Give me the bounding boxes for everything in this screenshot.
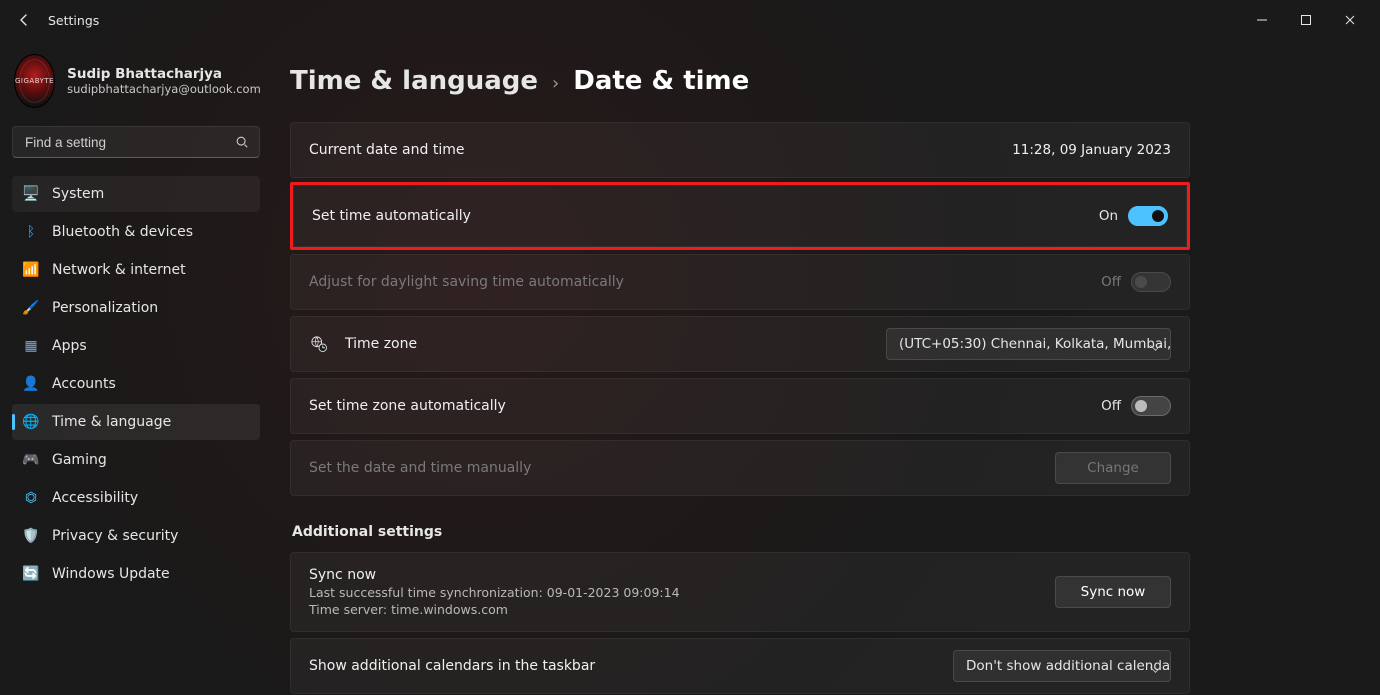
sidebar-item-label: Time & language	[52, 414, 171, 430]
bluetooth-icon: ᛒ	[22, 223, 40, 241]
change-button: Change	[1055, 452, 1171, 484]
row-label: Current date and time	[309, 142, 464, 158]
row-label: Set the date and time manually	[309, 460, 531, 476]
sync-now-button[interactable]: Sync now	[1055, 576, 1171, 608]
row-timezone: Time zone (UTC+05:30) Chennai, Kolkata, …	[290, 316, 1190, 372]
sidebar-item-label: Bluetooth & devices	[52, 224, 193, 240]
wifi-icon: 📶	[22, 261, 40, 279]
shield-icon: 🛡️	[22, 527, 40, 545]
sidebar-item-time-language[interactable]: 🌐 Time & language	[12, 404, 260, 440]
apps-icon: ▦	[22, 337, 40, 355]
sidebar-item-label: Accounts	[52, 376, 116, 392]
sidebar-item-accessibility[interactable]: ⏣ Accessibility	[12, 480, 260, 516]
globe-clock-icon	[309, 334, 329, 354]
sidebar-item-label: Apps	[52, 338, 87, 354]
paintbrush-icon: 🖌️	[22, 299, 40, 317]
titlebar: Settings	[0, 0, 1380, 40]
minimize-button[interactable]	[1240, 4, 1284, 36]
switch-icon	[1128, 206, 1168, 226]
search-icon	[234, 134, 250, 150]
row-label: Set time automatically	[312, 208, 471, 224]
search-input[interactable]	[12, 126, 260, 158]
current-datetime-value: 11:28, 09 January 2023	[1012, 142, 1171, 158]
sidebar: GIGABYTE Sudip Bhattacharjya sudipbhatta…	[0, 40, 270, 695]
close-button[interactable]	[1328, 4, 1372, 36]
sidebar-item-label: Privacy & security	[52, 528, 178, 544]
row-label: Set time zone automatically	[309, 398, 506, 414]
section-title-additional: Additional settings	[292, 524, 1190, 540]
switch-icon	[1131, 272, 1171, 292]
row-sync-now: Sync now Last successful time synchroniz…	[290, 552, 1190, 632]
avatar: GIGABYTE	[14, 54, 55, 108]
sidebar-item-gaming[interactable]: 🎮 Gaming	[12, 442, 260, 478]
toggle-timezone-auto[interactable]: Off	[1101, 396, 1171, 416]
accessibility-icon: ⏣	[22, 489, 40, 507]
page-title: Date & time	[573, 66, 749, 96]
close-icon	[1344, 14, 1356, 26]
row-label: Show additional calendars in the taskbar	[309, 658, 595, 674]
user-name: Sudip Bhattacharjya	[67, 66, 261, 82]
toggle-set-time-automatically[interactable]: On	[1099, 206, 1168, 226]
row-dst-auto: Adjust for daylight saving time automati…	[290, 254, 1190, 310]
sidebar-item-accounts[interactable]: 👤 Accounts	[12, 366, 260, 402]
sidebar-item-label: Windows Update	[52, 566, 170, 582]
sync-info: Sync now Last successful time synchroniz…	[309, 567, 680, 617]
breadcrumb-parent[interactable]: Time & language	[290, 66, 538, 96]
sidebar-item-system[interactable]: 🖥️ System	[12, 176, 260, 212]
user-email: sudipbhattacharjya@outlook.com	[67, 82, 261, 96]
select-timezone[interactable]: (UTC+05:30) Chennai, Kolkata, Mumbai, Ne…	[886, 328, 1171, 360]
sidebar-item-label: Gaming	[52, 452, 107, 468]
row-label: Sync now	[309, 567, 376, 583]
desktop-icon: 🖥️	[22, 185, 40, 203]
sidebar-item-bluetooth[interactable]: ᛒ Bluetooth & devices	[12, 214, 260, 250]
sync-last-success: Last successful time synchronization: 09…	[309, 585, 680, 600]
main-content: Time & language › Date & time Current da…	[270, 40, 1380, 695]
row-additional-calendars: Show additional calendars in the taskbar…	[290, 638, 1190, 694]
row-set-manually: Set the date and time manually Change	[290, 440, 1190, 496]
row-timezone-auto: Set time zone automatically Off	[290, 378, 1190, 434]
maximize-button[interactable]	[1284, 4, 1328, 36]
row-label: Time zone	[345, 336, 417, 352]
window-controls	[1240, 4, 1372, 36]
sidebar-item-label: Accessibility	[52, 490, 138, 506]
toggle-dst: Off	[1101, 272, 1171, 292]
row-current-datetime: Current date and time 11:28, 09 January …	[290, 122, 1190, 178]
chevron-right-icon: ›	[552, 73, 559, 94]
maximize-icon	[1300, 14, 1312, 26]
toggle-state-label: Off	[1101, 274, 1121, 290]
select-additional-calendars[interactable]: Don't show additional calendars	[953, 650, 1171, 682]
highlight-annotation: Set time automatically On	[290, 182, 1190, 250]
sidebar-item-label: System	[52, 186, 104, 202]
back-button[interactable]	[8, 4, 40, 36]
sidebar-item-windows-update[interactable]: 🔄 Windows Update	[12, 556, 260, 592]
switch-icon	[1131, 396, 1171, 416]
sync-time-server: Time server: time.windows.com	[309, 602, 508, 617]
user-card[interactable]: GIGABYTE Sudip Bhattacharjya sudipbhatta…	[12, 48, 260, 122]
sidebar-item-apps[interactable]: ▦ Apps	[12, 328, 260, 364]
sidebar-nav: 🖥️ System ᛒ Bluetooth & devices 📶 Networ…	[12, 176, 260, 592]
update-icon: 🔄	[22, 565, 40, 583]
breadcrumb: Time & language › Date & time	[290, 66, 1190, 96]
search-box[interactable]	[12, 126, 260, 158]
select-value: Don't show additional calendars	[966, 658, 1171, 674]
person-icon: 👤	[22, 375, 40, 393]
sidebar-item-label: Network & internet	[52, 262, 186, 278]
toggle-state-label: Off	[1101, 398, 1121, 414]
sidebar-item-label: Personalization	[52, 300, 158, 316]
globe-clock-icon: 🌐	[22, 413, 40, 431]
arrow-left-icon	[16, 12, 32, 28]
sidebar-item-network[interactable]: 📶 Network & internet	[12, 252, 260, 288]
minimize-icon	[1256, 14, 1268, 26]
sidebar-item-privacy[interactable]: 🛡️ Privacy & security	[12, 518, 260, 554]
select-value: (UTC+05:30) Chennai, Kolkata, Mumbai, Ne…	[899, 336, 1171, 352]
app-title: Settings	[48, 13, 99, 28]
row-set-time-automatically: Set time automatically On	[293, 185, 1187, 247]
sidebar-item-personalization[interactable]: 🖌️ Personalization	[12, 290, 260, 326]
toggle-state-label: On	[1099, 208, 1118, 224]
gamepad-icon: 🎮	[22, 451, 40, 469]
row-label: Adjust for daylight saving time automati…	[309, 274, 624, 290]
